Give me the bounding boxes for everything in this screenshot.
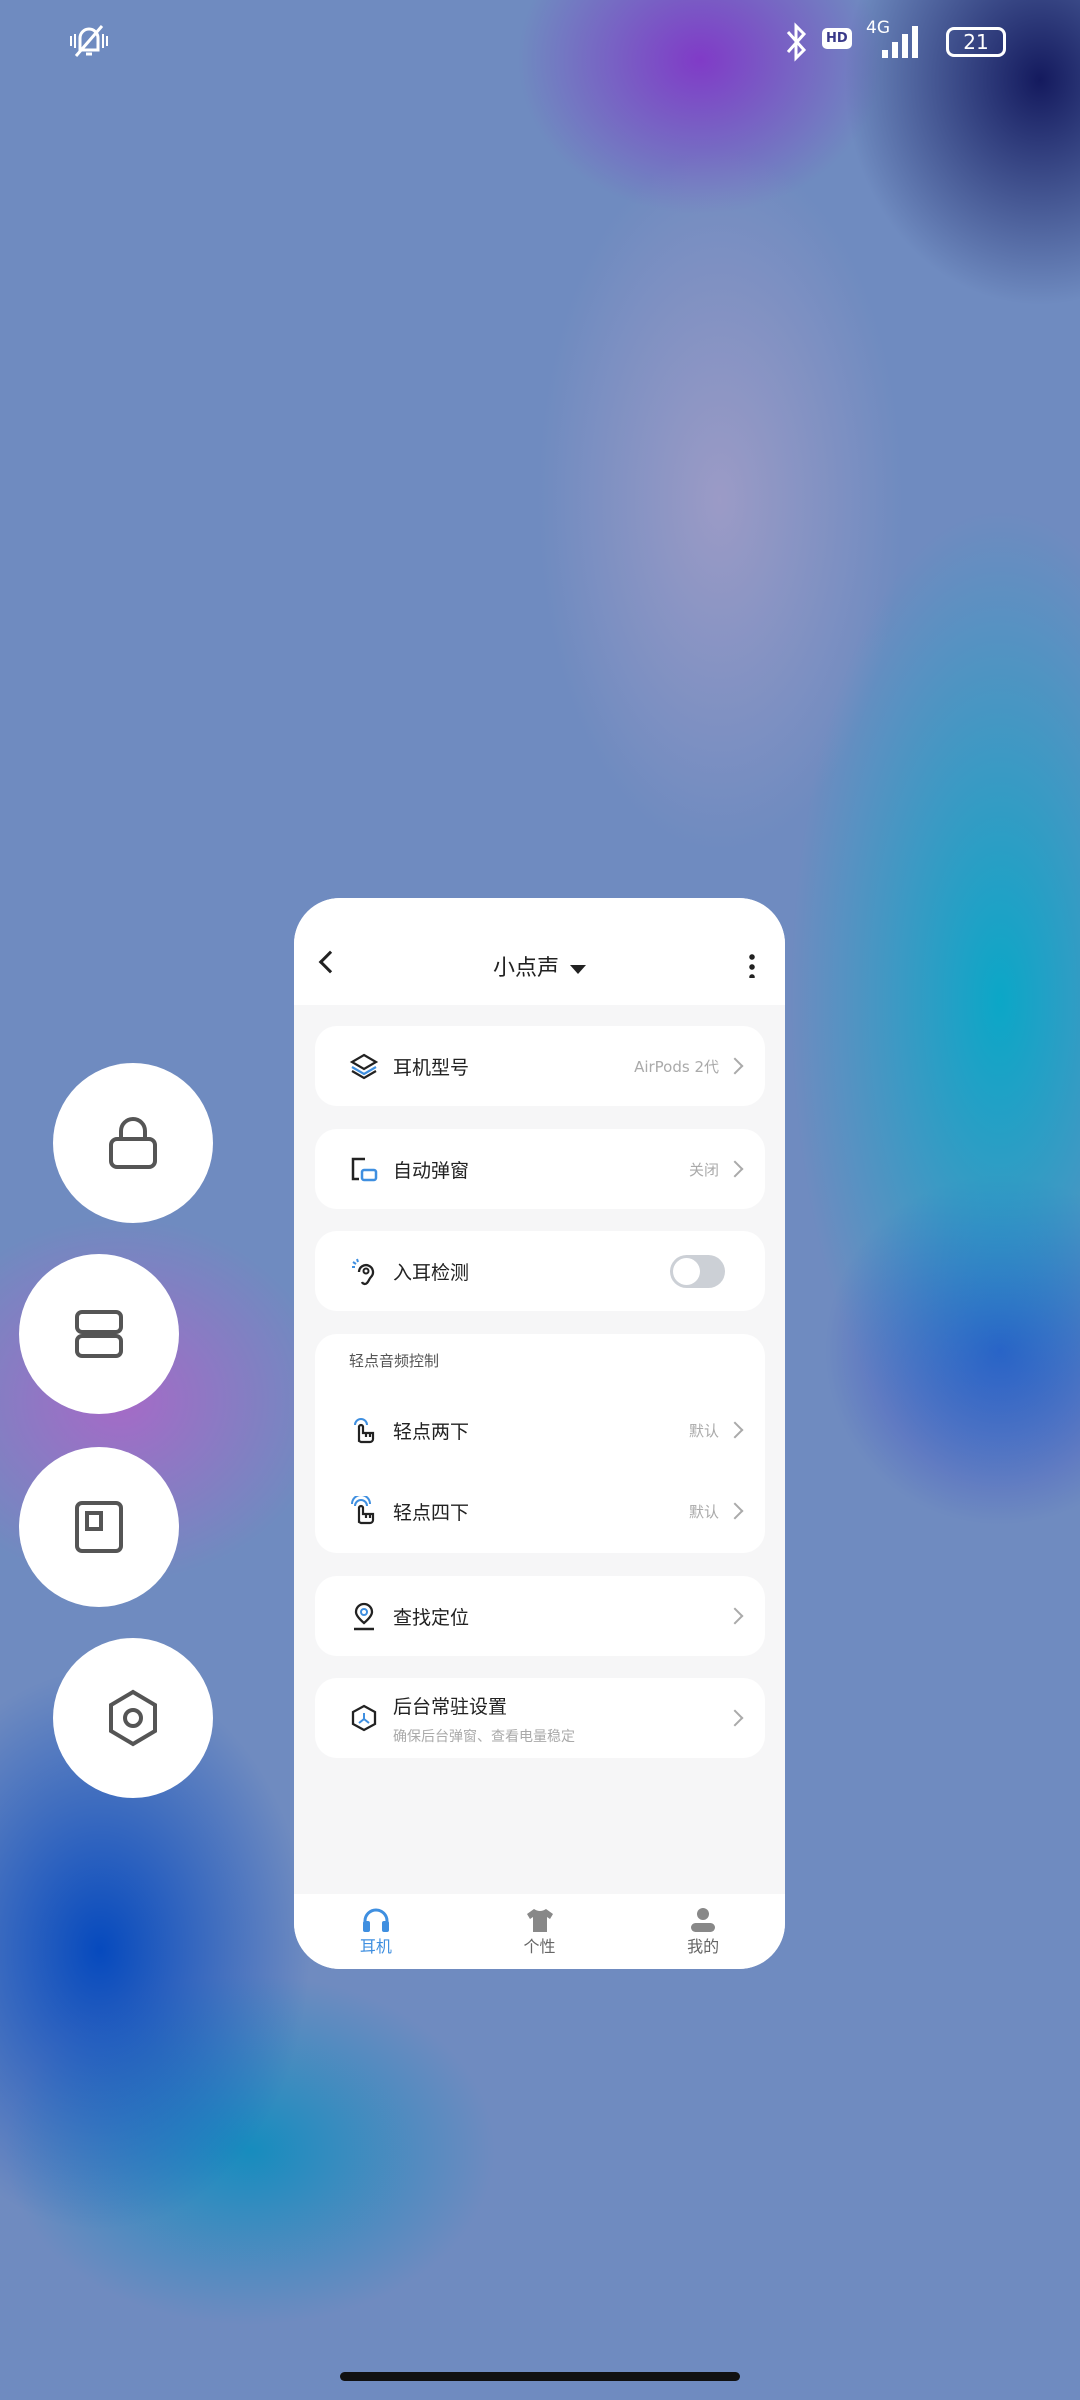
auto-popup-row[interactable]: 自动弹窗 关闭	[315, 1129, 765, 1209]
tap-gesture-icon	[354, 1418, 375, 1444]
chevron-right-icon	[726, 1607, 744, 1625]
tshirt-icon	[526, 1908, 553, 1932]
bottom-nav: 耳机 个性 我的	[294, 1894, 785, 1969]
hd-badge: HD	[822, 28, 852, 49]
background-settings-row[interactable]: 后台常驻设置 确保后台弹窗、查看电量稳定	[315, 1678, 765, 1758]
in-ear-detection-row: 入耳检测	[315, 1231, 765, 1311]
layers-icon	[349, 1053, 379, 1080]
home-indicator[interactable]	[340, 2372, 740, 2381]
device-selector[interactable]: 小点声	[294, 950, 785, 982]
double-tap-row[interactable]: 轻点两下 默认	[315, 1390, 765, 1470]
chevron-right-icon	[726, 1421, 744, 1439]
chevron-right-icon	[726, 1057, 744, 1075]
tab-mine-label: 我的	[687, 1936, 720, 1956]
auto-popup-value: 关闭	[688, 1160, 719, 1179]
double-tap-label: 轻点两下	[393, 1420, 470, 1443]
hexagon-settings-icon	[109, 1689, 157, 1747]
background-settings-subtitle: 确保后台弹窗、查看电量稳定	[393, 1729, 575, 1745]
headphones-icon	[362, 1908, 389, 1932]
popup-window-icon	[351, 1157, 378, 1182]
tab-earphone-label: 耳机	[359, 1936, 392, 1956]
chevron-right-icon	[726, 1502, 744, 1520]
background-settings-label: 后台常驻设置	[393, 1696, 508, 1718]
chevron-right-icon	[726, 1709, 744, 1727]
signal-icon	[882, 26, 918, 58]
ear-icon	[352, 1258, 375, 1286]
dropdown-triangle-icon	[570, 964, 586, 974]
tap-control-title: 轻点音频控制	[349, 1352, 440, 1370]
tap-control-group: 轻点音频控制 轻点两下 默认 轻点四下 默认	[315, 1334, 765, 1553]
split-screen-button[interactable]	[19, 1254, 179, 1414]
quad-tap-label: 轻点四下	[393, 1501, 470, 1524]
earphone-model-value: AirPods 2代	[634, 1057, 719, 1076]
quad-tap-row[interactable]: 轻点四下 默认	[315, 1471, 765, 1551]
lock-icon	[109, 1117, 157, 1169]
small-window-icon	[75, 1501, 123, 1553]
lock-button[interactable]	[53, 1063, 213, 1223]
tab-earphone[interactable]: 耳机	[294, 1894, 458, 1969]
more-menu-button[interactable]	[749, 952, 755, 978]
in-ear-detection-toggle[interactable]	[670, 1254, 725, 1288]
status-bar: HD 4G 21	[0, 0, 1080, 80]
location-pin-icon	[354, 1602, 374, 1631]
earphone-model-row[interactable]: 耳机型号 AirPods 2代	[315, 1026, 765, 1106]
battery-level: 21	[963, 30, 989, 54]
double-tap-value: 默认	[688, 1421, 719, 1440]
bluetooth-icon	[786, 22, 807, 62]
tab-mine[interactable]: 我的	[621, 1894, 785, 1969]
in-ear-detection-label: 入耳检测	[393, 1261, 470, 1284]
user-icon	[691, 1907, 716, 1932]
battery-icon: 21	[946, 27, 1006, 57]
find-location-row[interactable]: 查找定位	[315, 1576, 765, 1656]
app-title: 小点声	[492, 956, 559, 981]
toggle-knob	[673, 1257, 700, 1285]
tab-personalize-label: 个性	[523, 1936, 556, 1956]
small-window-button[interactable]	[19, 1447, 179, 1607]
tap-gesture-icon	[351, 1496, 375, 1525]
quad-tap-value: 默认	[688, 1502, 719, 1521]
hexagon-icon	[351, 1704, 377, 1732]
mute-bell-icon	[70, 25, 108, 57]
auto-popup-label: 自动弹窗	[393, 1159, 470, 1182]
find-location-label: 查找定位	[393, 1606, 470, 1629]
chevron-right-icon	[726, 1160, 744, 1178]
earphone-model-label: 耳机型号	[393, 1056, 470, 1079]
app-window: 小点声 耳机型号 AirPods 2代 自动弹窗 关闭 入耳检测 轻点音频控制 …	[294, 898, 785, 1969]
split-screen-icon	[75, 1310, 123, 1358]
tab-personalize[interactable]: 个性	[458, 1894, 622, 1969]
app-settings-button[interactable]	[53, 1638, 213, 1798]
app-header: 小点声	[294, 898, 785, 1005]
